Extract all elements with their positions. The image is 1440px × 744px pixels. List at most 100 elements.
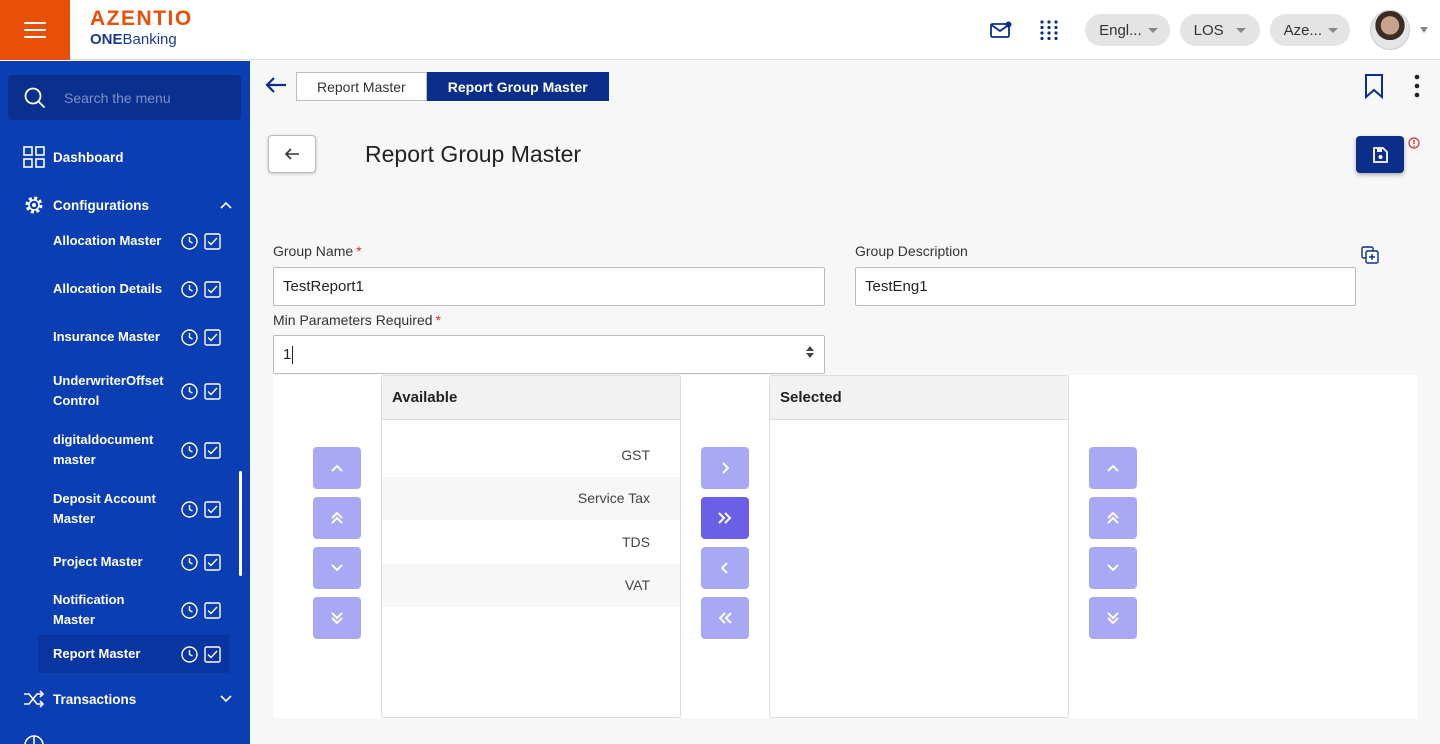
double-chevron-down-icon [331, 612, 343, 624]
chevron-down-icon [331, 564, 343, 572]
sidebar-item-dashboard[interactable]: Dashboard [22, 145, 232, 169]
sidebar-item-digital-document-master[interactable]: digitaldocumentmaster [38, 430, 229, 470]
apps-grid-icon[interactable] [1037, 18, 1061, 42]
language-select[interactable]: Engl... [1085, 14, 1170, 46]
checkbox-icon[interactable] [204, 328, 221, 346]
checkbox-icon[interactable] [204, 601, 221, 619]
clock-icon[interactable] [181, 232, 198, 250]
list-item[interactable]: Service Tax [382, 476, 680, 520]
clock-icon[interactable] [181, 441, 198, 459]
sidebar: Dashboard Configurations Allocation Mast… [0, 61, 250, 744]
available-move-top-button[interactable] [313, 497, 361, 539]
sub-brand-rest: Banking [122, 31, 177, 48]
clock-icon[interactable] [181, 328, 198, 346]
tab-report-group-master[interactable]: Report Group Master [426, 72, 609, 101]
search-input[interactable] [64, 89, 234, 106]
tab-report-master[interactable]: Report Master [296, 72, 427, 101]
app-logo: AZENTIO ONEBanking [90, 8, 193, 49]
search-icon [24, 87, 46, 108]
selected-move-down-button[interactable] [1089, 547, 1137, 589]
checkbox-icon[interactable] [204, 382, 221, 400]
chevron-down-icon[interactable] [1420, 27, 1428, 33]
double-chevron-up-icon [1107, 512, 1119, 524]
available-move-up-button[interactable] [313, 447, 361, 489]
sidebar-item-allocation-details[interactable]: Allocation Details [38, 277, 229, 301]
sidebar-item-label: Transactions [53, 691, 137, 707]
double-chevron-left-icon [718, 612, 732, 624]
available-move-bottom-button[interactable] [313, 597, 361, 639]
group-description-input[interactable]: TestEng1 [855, 267, 1356, 306]
checkbox-icon[interactable] [204, 553, 221, 571]
chevron-down-icon [1147, 27, 1158, 33]
selected-move-top-button[interactable] [1089, 497, 1137, 539]
sidebar-item-report-master[interactable]: Report Master [38, 635, 229, 673]
checkbox-icon[interactable] [204, 441, 221, 459]
list-item[interactable]: GST [382, 433, 680, 477]
available-move-down-button[interactable] [313, 547, 361, 589]
move-all-right-button[interactable] [701, 497, 749, 539]
sidebar-item-deposit-account-master[interactable]: Deposit Account Master [38, 489, 229, 529]
sidebar-item-notification-master[interactable]: Notification Master [38, 592, 229, 627]
move-all-left-button[interactable] [701, 597, 749, 639]
copy-add-icon[interactable] [1361, 246, 1379, 264]
sidebar-item-partial[interactable] [22, 733, 232, 744]
avatar[interactable] [1370, 10, 1410, 50]
back-arrow-icon[interactable] [264, 75, 288, 95]
selected-move-up-button[interactable] [1089, 447, 1137, 489]
selected-move-bottom-button[interactable] [1089, 597, 1137, 639]
chevron-up-icon [1107, 464, 1119, 472]
sub-brand: ONEBanking [90, 31, 193, 49]
sub-brand-bold: ONE [90, 31, 123, 48]
entity-select[interactable]: Aze... [1269, 14, 1350, 46]
spinner-arrows[interactable] [806, 346, 814, 358]
sidebar-item-transactions[interactable]: Transactions [22, 687, 232, 711]
brand-name: AZENTIO [90, 7, 193, 30]
clock-icon[interactable] [181, 382, 198, 400]
save-button[interactable] [1356, 136, 1404, 173]
label-text: Group Description [855, 243, 968, 259]
sidebar-item-project-master[interactable]: Project Master [38, 550, 229, 574]
sidebar-item-underwriter-offset-control[interactable]: UnderwriterOffsetControl [38, 371, 229, 411]
available-list: Available GST Service Tax TDS VAT [381, 375, 681, 718]
move-right-button[interactable] [701, 447, 749, 489]
hamburger-icon [24, 22, 46, 38]
gear-icon [22, 193, 46, 217]
checkbox-icon[interactable] [204, 645, 221, 663]
label-text: Group Name [273, 243, 354, 259]
double-chevron-up-icon [331, 512, 343, 524]
sidebar-item-insurance-master[interactable]: Insurance Master [38, 325, 229, 349]
language-value: Engl... [1099, 21, 1142, 39]
page-back-button[interactable] [268, 135, 316, 173]
alert-icon [1408, 137, 1420, 149]
group-name-input[interactable]: TestReport1 [273, 267, 825, 306]
bookmark-icon[interactable] [1364, 73, 1384, 99]
list-item[interactable]: VAT [382, 563, 680, 607]
sidebar-item-allocation-master[interactable]: Allocation Master [38, 229, 229, 253]
clock-icon[interactable] [181, 553, 198, 571]
clock-icon[interactable] [181, 645, 198, 663]
module-select[interactable]: LOS [1179, 14, 1260, 46]
checkbox-icon[interactable] [204, 232, 221, 250]
entity-value: Aze... [1283, 21, 1322, 39]
clock-icon[interactable] [181, 601, 198, 619]
dashboard-icon [22, 145, 46, 169]
sidebar-scrollbar[interactable] [239, 471, 242, 576]
move-left-button[interactable] [701, 547, 749, 589]
checkbox-icon[interactable] [204, 500, 221, 518]
label-text: Min Parameters Required [273, 312, 433, 328]
min-parameters-stepper[interactable]: 1 [273, 335, 825, 374]
clock-icon[interactable] [181, 500, 198, 518]
input-value: TestReport1 [283, 278, 364, 295]
menu-toggle-button[interactable] [0, 0, 70, 60]
double-chevron-right-icon [718, 512, 732, 524]
checkbox-icon[interactable] [204, 280, 221, 298]
list-item[interactable]: TDS [382, 520, 680, 564]
more-options-icon[interactable] [1414, 73, 1420, 99]
sidebar-item-label: Allocation Master [53, 233, 162, 248]
mail-icon[interactable] [989, 18, 1013, 42]
sidebar-item-configurations[interactable]: Configurations [22, 193, 232, 217]
sidebar-item-label: Project Master [53, 554, 143, 569]
chevron-up-icon [220, 201, 232, 209]
chevron-down-icon [1235, 27, 1246, 33]
clock-icon[interactable] [181, 280, 198, 298]
